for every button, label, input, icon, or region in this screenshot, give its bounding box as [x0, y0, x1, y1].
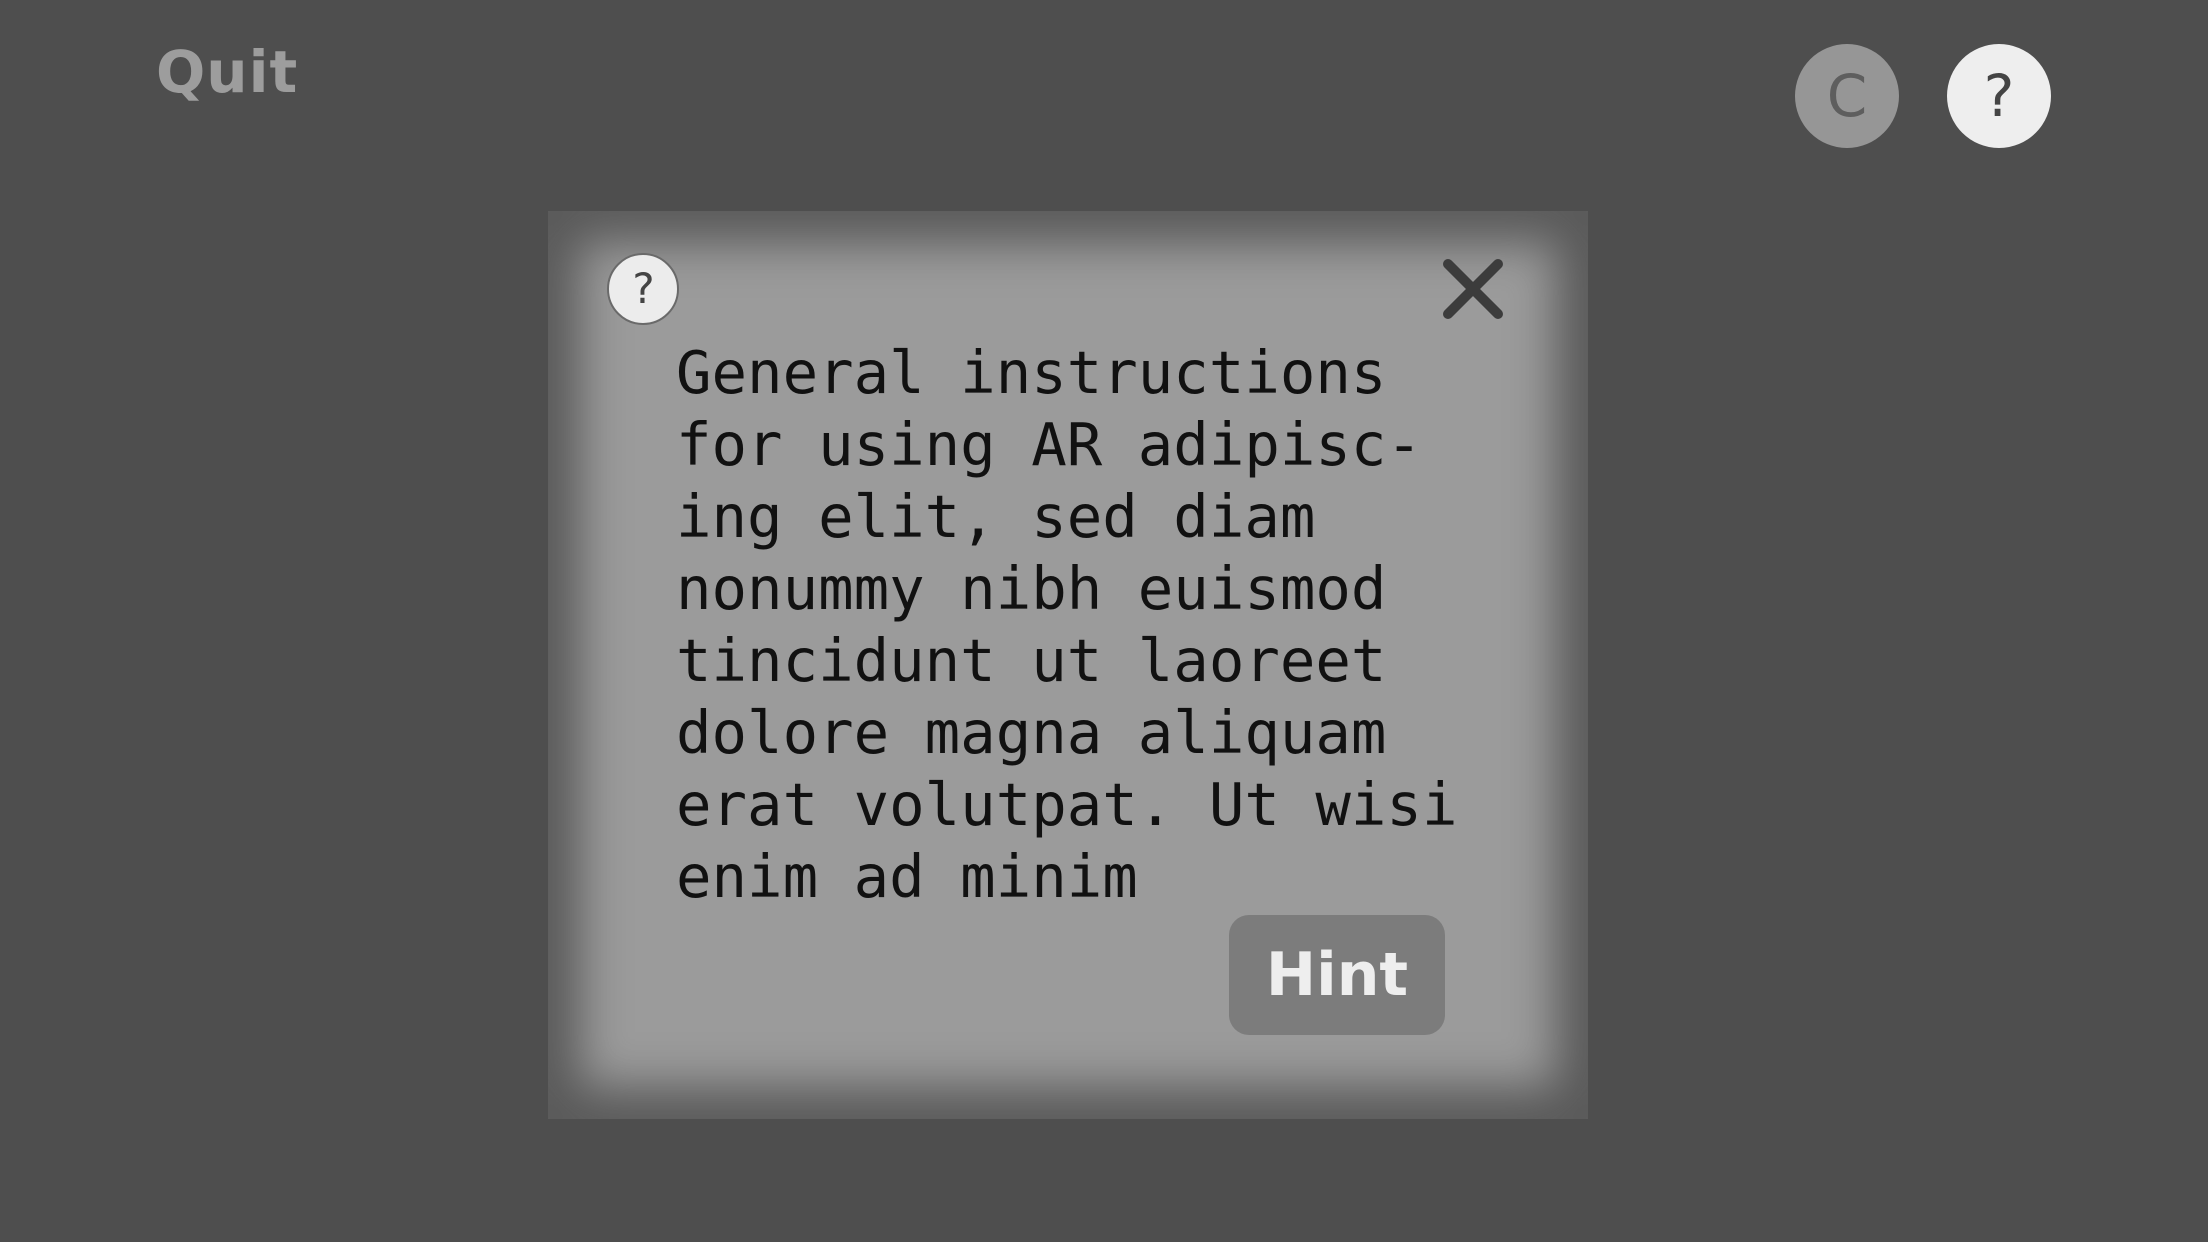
reset-button-label: C	[1826, 62, 1868, 130]
instructions-line: nonummy nibh euismod	[676, 554, 1387, 623]
instructions-line: enim ad minim	[676, 842, 1138, 911]
help-button-label: ?	[1983, 62, 2015, 130]
close-icon[interactable]	[1440, 256, 1506, 322]
quit-button[interactable]: Quit	[156, 38, 298, 106]
instructions-line: erat volutpat. Ut wisi	[676, 770, 1458, 839]
help-button[interactable]: ?	[1947, 44, 2051, 148]
reset-button[interactable]: C	[1795, 44, 1899, 148]
instructions-line: dolore magna aliquam	[676, 698, 1387, 767]
instructions-line: for using AR adipisc-	[676, 410, 1422, 479]
hint-button[interactable]: Hint	[1229, 915, 1445, 1035]
game-screen: Quit C ? ? General instructions for using…	[0, 0, 2208, 1242]
instructions-dialog: ? General instructions for using AR adipi…	[548, 211, 1588, 1119]
instructions-text: General instructions for using AR adipisc…	[676, 337, 1536, 913]
dialog-help-button[interactable]: ?	[607, 253, 679, 325]
instructions-line: tincidunt ut laoreet	[676, 626, 1387, 695]
instructions-dialog-frame: ? General instructions for using AR adipi…	[548, 211, 1588, 1119]
hint-button-label: Hint	[1265, 940, 1409, 1010]
dialog-help-label: ?	[630, 264, 656, 313]
instructions-line: ing elit, sed diam	[676, 482, 1316, 551]
instructions-line: General instructions	[676, 338, 1387, 407]
